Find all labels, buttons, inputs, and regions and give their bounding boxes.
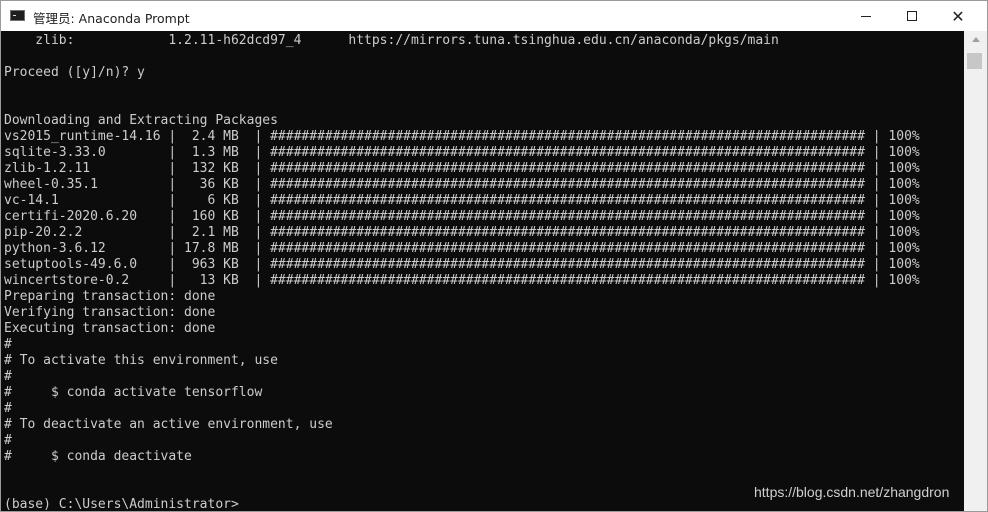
watermark: https://blog.csdn.net/zhangdron	[754, 484, 950, 500]
console-line: python-3.6.12 | 17.8 MB | ##############…	[4, 241, 920, 256]
console-window: 管理员: Anaconda Prompt ✕ zlib: 1.2.11-h62d…	[0, 0, 988, 512]
console-line: #	[4, 337, 12, 352]
console-line: zlib-1.2.11 | 132 KB | #################…	[4, 161, 920, 176]
console-line: Downloading and Extracting Packages	[4, 113, 278, 128]
console-line: vc-14.1 | 6 KB | #######################…	[4, 193, 920, 208]
scroll-up-arrow-icon[interactable]	[964, 31, 987, 48]
console-line: certifi-2020.6.20 | 160 KB | ###########…	[4, 209, 920, 224]
maximize-button[interactable]	[889, 1, 935, 31]
console-line: zlib: 1.2.11-h62dcd97_4 https://mirrors.…	[4, 33, 779, 48]
close-icon: ✕	[951, 6, 965, 26]
console-window-icon	[10, 10, 25, 21]
console-line: # To activate this environment, use	[4, 353, 278, 368]
title-bar[interactable]: 管理员: Anaconda Prompt ✕	[1, 1, 987, 31]
console-line: wheel-0.35.1 | 36 KB | #################…	[4, 177, 920, 192]
console-line: #	[4, 369, 12, 384]
console-line: #	[4, 401, 12, 416]
minimize-button[interactable]	[843, 1, 889, 31]
console-line: #	[4, 433, 12, 448]
console-line: pip-20.2.2 | 2.1 MB | ##################…	[4, 225, 920, 240]
window-title: 管理员: Anaconda Prompt	[33, 11, 190, 26]
minimize-icon	[861, 15, 871, 17]
console-line: wincertstore-0.2 | 13 KB | #############…	[4, 273, 920, 288]
console-line: setuptools-49.6.0 | 963 KB | ###########…	[4, 257, 920, 272]
close-button[interactable]: ✕	[935, 1, 981, 31]
console-output[interactable]: zlib: 1.2.11-h62dcd97_4 https://mirrors.…	[1, 31, 964, 511]
maximize-icon	[907, 11, 917, 21]
console-line: (base) C:\Users\Administrator>	[4, 497, 239, 511]
console-line: vs2015_runtime-14.16 | 2.4 MB | ########…	[4, 129, 920, 144]
console-line: Proceed ([y]/n)? y	[4, 65, 145, 80]
console-line: sqlite-3.33.0 | 1.3 MB | ###############…	[4, 145, 920, 160]
console-line: Preparing transaction: done	[4, 289, 216, 304]
console-line: Executing transaction: done	[4, 321, 216, 336]
scrollbar-thumb[interactable]	[967, 53, 982, 69]
console-line: # To deactivate an active environment, u…	[4, 417, 333, 432]
console-line: # $ conda deactivate	[4, 449, 192, 464]
vertical-scrollbar[interactable]	[964, 31, 987, 511]
console-line: Verifying transaction: done	[4, 305, 216, 320]
console-line: # $ conda activate tensorflow	[4, 385, 263, 400]
